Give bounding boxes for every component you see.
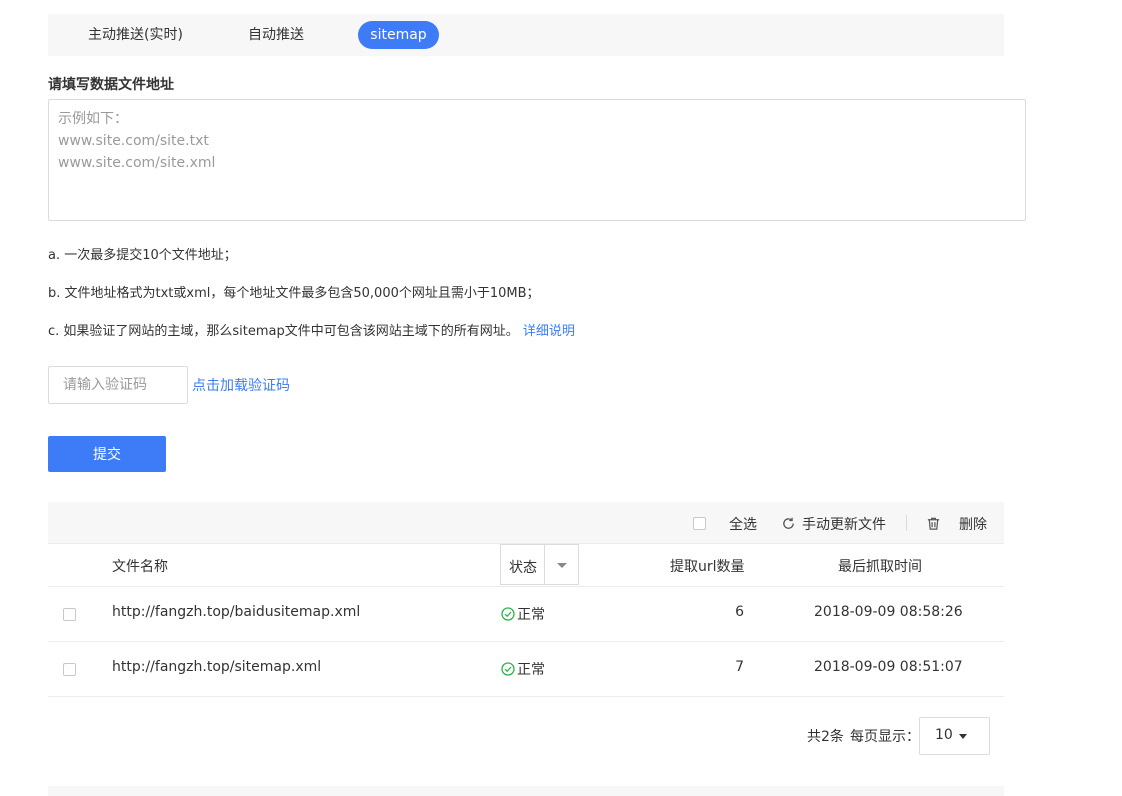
- refresh-label: 手动更新文件: [802, 517, 886, 533]
- page-size-value: 10: [935, 727, 953, 743]
- delete-label: 删除: [959, 517, 987, 533]
- sitemap-url-textarea[interactable]: [48, 99, 1026, 221]
- note-b: b. 文件地址格式为txt或xml，每个地址文件最多包含50,000个网址且需小…: [48, 286, 540, 301]
- refresh-files-button[interactable]: 手动更新文件: [781, 514, 886, 534]
- note-c-text: c. 如果验证了网站的主域，那么sitemap文件中可包含该网站主域下的所有网址…: [48, 324, 519, 339]
- select-all-label[interactable]: 全选: [729, 514, 757, 534]
- row-crawl-time: 2018-09-09 08:51:07: [814, 659, 963, 675]
- col-header-name: 文件名称: [112, 559, 168, 575]
- tab-sitemap[interactable]: sitemap: [358, 21, 439, 49]
- row-checkbox[interactable]: [63, 663, 76, 676]
- col-header-time: 最后抓取时间: [838, 559, 922, 575]
- row-status-text: 正常: [517, 662, 545, 678]
- note-c: c. 如果验证了网站的主域，那么sitemap文件中可包含该网站主域下的所有网址…: [48, 320, 575, 339]
- page-size-select[interactable]: 10: [919, 717, 990, 755]
- row-checkbox[interactable]: [63, 608, 76, 621]
- field-title: 请填写数据文件地址: [48, 77, 174, 93]
- row-url-count: 7: [735, 659, 744, 675]
- load-captcha-link[interactable]: 点击加载验证码: [192, 375, 290, 395]
- check-circle-icon: [501, 662, 515, 676]
- submit-button[interactable]: 提交: [48, 436, 166, 472]
- check-circle-icon: [501, 607, 515, 621]
- table-row: http://fangzh.top/sitemap.xml 正常 7 2018-…: [48, 642, 1004, 697]
- select-all-checkbox[interactable]: [693, 517, 706, 530]
- tab-auto-push[interactable]: 自动推送: [248, 21, 304, 49]
- delete-button[interactable]: 删除: [926, 514, 987, 534]
- col-header-status: 状态: [509, 560, 537, 576]
- detail-link[interactable]: 详细说明: [523, 324, 575, 339]
- toolbar-divider: [906, 515, 907, 531]
- trash-icon: [927, 517, 940, 530]
- pager-per-page-label: 每页显示：: [850, 729, 920, 745]
- table-toolbar: 全选 手动更新文件 删除: [48, 502, 1004, 544]
- row-status: 正常: [501, 604, 545, 624]
- caret-down-icon: [959, 734, 967, 739]
- table-header: 文件名称 状态 提取url数量 最后抓取时间: [48, 544, 1004, 587]
- pager-total: 共2条: [807, 729, 844, 745]
- note-a: a. 一次最多提交10个文件地址；: [48, 248, 237, 263]
- row-file-name: http://fangzh.top/baidusitemap.xml: [112, 604, 361, 620]
- status-filter-divider: [544, 545, 545, 584]
- bottom-bar: [48, 786, 1004, 796]
- refresh-icon: [783, 517, 794, 529]
- row-file-name: http://fangzh.top/sitemap.xml: [112, 659, 322, 675]
- push-tabs: 主动推送(实时) 自动推送 sitemap: [48, 14, 1004, 56]
- table-row: http://fangzh.top/baidusitemap.xml 正常 6 …: [48, 587, 1004, 642]
- row-status-text: 正常: [517, 607, 545, 623]
- status-filter[interactable]: 状态: [500, 544, 579, 585]
- row-status: 正常: [501, 659, 545, 679]
- tab-active-push[interactable]: 主动推送(实时): [88, 21, 183, 49]
- row-crawl-time: 2018-09-09 08:58:26: [814, 604, 963, 620]
- row-url-count: 6: [735, 604, 744, 620]
- col-header-count: 提取url数量: [670, 559, 745, 575]
- captcha-input[interactable]: [48, 366, 188, 404]
- chevron-down-icon: [557, 563, 567, 568]
